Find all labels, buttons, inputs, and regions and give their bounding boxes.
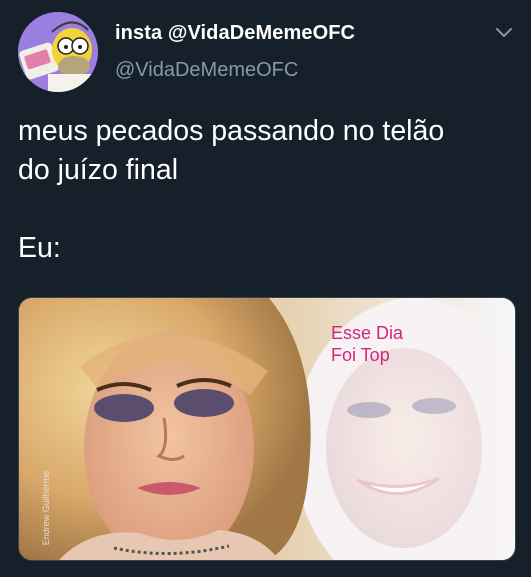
tweet-text: meus pecados passando no telão do juízo … [18, 115, 445, 264]
tweet-media-image[interactable]: Esse Dia Foi Top Endrew Guilherme [18, 297, 516, 561]
user-handle[interactable]: @VidaDeMemeOFC [115, 59, 298, 82]
profile-avatar[interactable] [18, 12, 98, 92]
image-caption: Esse Dia Foi Top [331, 323, 404, 365]
display-name[interactable]: insta @VidaDeMemeOFC [115, 22, 355, 45]
chevron-down-icon[interactable] [494, 26, 514, 40]
tweet-card: insta @VidaDeMemeOFC @VidaDeMemeOFC meus… [0, 0, 531, 577]
photo-credit: Endrew Guilherme [41, 470, 51, 546]
homer-avatar-icon [18, 12, 98, 92]
